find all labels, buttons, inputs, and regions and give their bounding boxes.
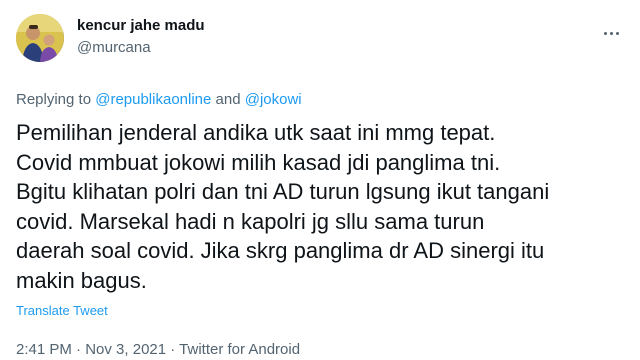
more-options-button[interactable] [600,24,622,42]
tweet-text: Pemilihan jenderal andika utk saat ini m… [16,118,626,295]
tweet-card: kencur jahe madu @murcana Replying to @r… [0,0,640,360]
translate-tweet-link[interactable]: Translate Tweet [16,302,108,320]
replying-to-label: Replying to [16,91,92,108]
author-info: kencur jahe madu @murcana [77,16,205,58]
replying-to-line: Replying to @republikaonline and @jokowi [16,90,302,110]
mention-republikaonline[interactable]: @republikaonline [95,91,211,108]
tweet-date: Nov 3, 2021 [85,341,167,358]
tweet-text-line: makin bagus. [16,267,147,293]
tweet-text-line: Bgitu klihatan polri dan tni AD turun lg… [16,179,550,204]
author-display-name[interactable]: kencur jahe madu [77,16,205,36]
meta-separator: · [166,341,180,358]
tweet-timestamp-link[interactable]: 2:41 PM · Nov 3, 2021 [16,341,166,358]
tweet-source-link[interactable]: Twitter for Android [179,341,300,358]
mention-jokowi[interactable]: @jokowi [245,91,302,108]
replying-to-conjunction: and [215,91,241,108]
tweet-text-line: Pemilihan jenderal andika utk saat ini m… [16,120,496,145]
tweet-text-line: covid. Marsekal hadi n kapolri jg sllu s… [16,208,485,234]
more-horizontal-icon [603,31,607,35]
tweet-time: 2:41 PM [16,341,72,358]
meta-separator: · [71,341,86,358]
author-handle[interactable]: @murcana [77,38,205,58]
avatar[interactable] [16,14,64,62]
tweet-text-line: daerah soal covid. Jika skrg panglima dr… [16,238,545,263]
avatar-photo [16,14,64,62]
tweet-text-line: Covid mmbuat jokowi milih kasad jdi pang… [16,149,501,175]
tweet-meta: 2:41 PM · Nov 3, 2021 · Twitter for Andr… [16,340,300,360]
